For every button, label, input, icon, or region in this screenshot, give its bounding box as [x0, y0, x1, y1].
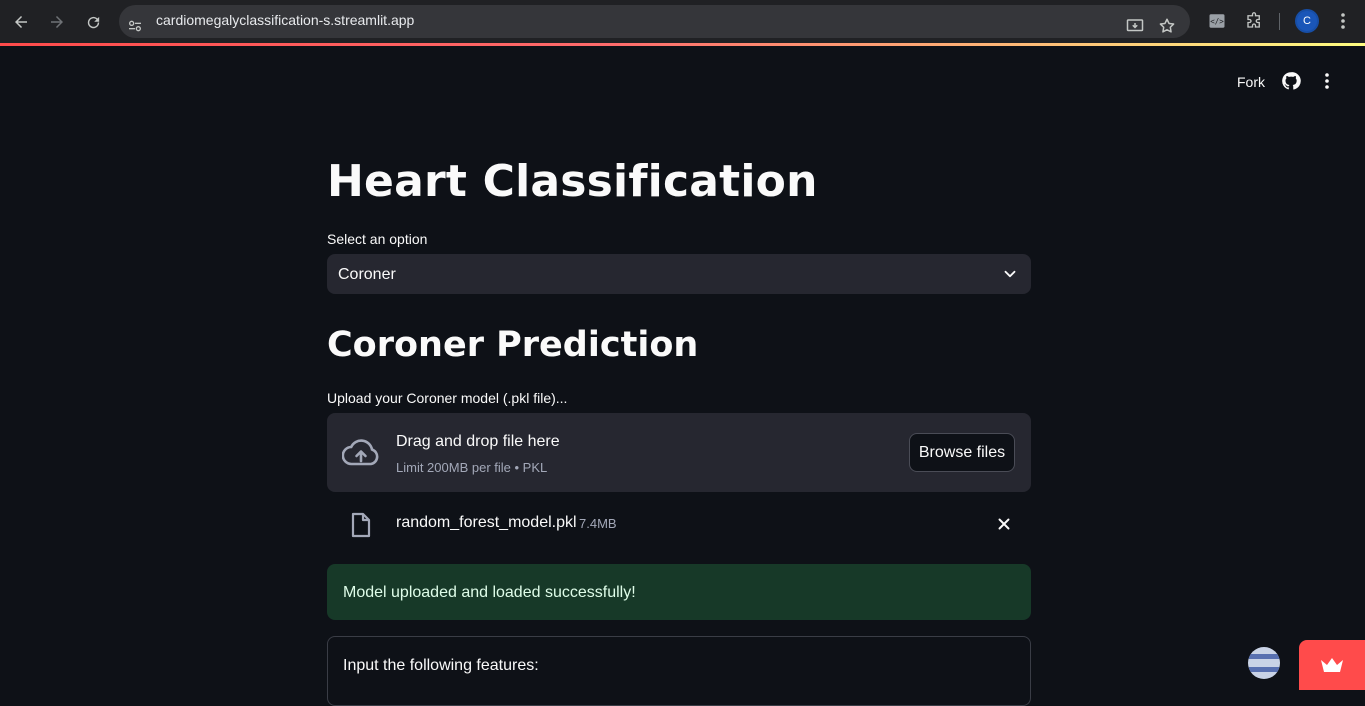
file-name: random_forest_model.pkl: [396, 514, 577, 531]
file-icon: [350, 512, 372, 538]
success-alert: Model uploaded and loaded successfully!: [327, 564, 1031, 620]
file-dropzone[interactable]: Drag and drop file here Limit 200MB per …: [327, 413, 1031, 492]
fork-button[interactable]: Fork: [1237, 74, 1265, 90]
streamlit-status-bar: [0, 43, 1365, 46]
browse-files-button[interactable]: Browse files: [909, 433, 1015, 472]
cloud-upload-icon: [341, 437, 380, 469]
browser-toolbar: cardiomegalyclassification-s.streamlit.a…: [0, 0, 1365, 43]
file-size: 7.4MB: [579, 516, 617, 531]
forward-icon[interactable]: [44, 9, 70, 35]
select-value: Coroner: [338, 266, 396, 283]
form-heading: Input the following features:: [343, 657, 539, 674]
toolbar-separator: [1279, 13, 1280, 30]
extensions-puzzle-icon[interactable]: [1243, 10, 1265, 32]
success-message: Model uploaded and loaded successfully!: [343, 584, 636, 601]
install-app-icon[interactable]: [1125, 16, 1145, 36]
reload-icon[interactable]: [80, 9, 106, 35]
chrome-menu-icon[interactable]: [1332, 10, 1354, 32]
close-icon[interactable]: [995, 515, 1013, 533]
section-title: Coroner Prediction: [327, 325, 699, 365]
dropzone-title: Drag and drop file here: [396, 433, 560, 450]
chevron-down-icon: [1001, 265, 1019, 283]
option-select[interactable]: Coroner: [327, 254, 1031, 294]
profile-avatar[interactable]: C: [1297, 11, 1317, 31]
upload-label: Upload your Coroner model (.pkl file)...: [327, 390, 568, 406]
more-vert-icon[interactable]: [1317, 71, 1337, 91]
select-label: Select an option: [327, 231, 428, 247]
url-text[interactable]: cardiomegalyclassification-s.streamlit.a…: [156, 12, 414, 28]
features-form: Input the following features:: [327, 636, 1031, 706]
site-settings-icon[interactable]: [125, 16, 145, 36]
uploaded-file-row: random_forest_model.pkl 7.4MB: [327, 505, 1031, 543]
devtools-extension-icon[interactable]: </>: [1206, 10, 1228, 32]
bookmark-star-icon[interactable]: [1157, 16, 1177, 36]
app-status-icon[interactable]: [1248, 647, 1280, 679]
back-icon[interactable]: [8, 9, 34, 35]
page-title: Heart Classification: [327, 156, 818, 207]
github-icon[interactable]: [1281, 71, 1301, 91]
dropzone-hint: Limit 200MB per file • PKL: [396, 460, 548, 475]
svg-text:</>: </>: [1210, 17, 1224, 26]
streamlit-crown-icon[interactable]: [1299, 640, 1365, 690]
